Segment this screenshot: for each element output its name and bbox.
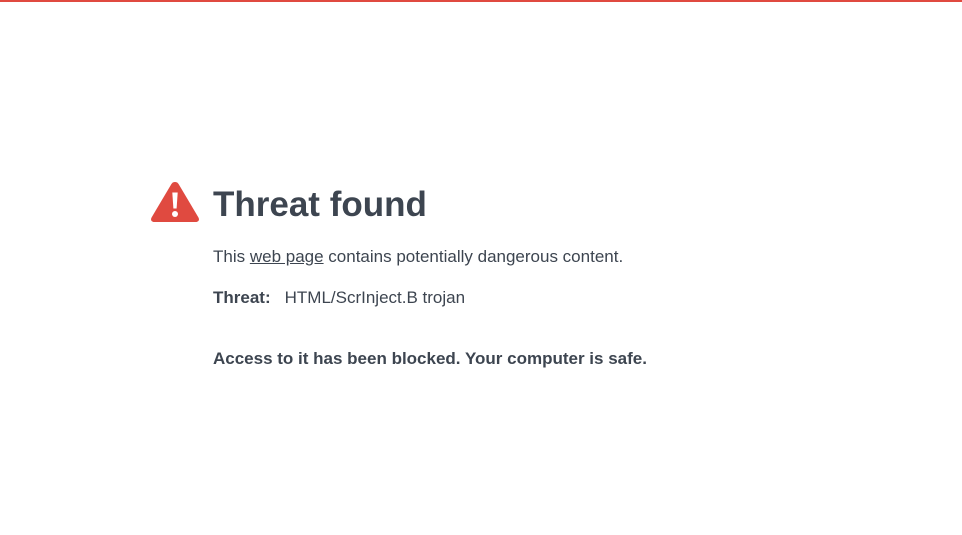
threat-name: HTML/ScrInject.B trojan (284, 288, 466, 307)
page-title: Threat found (213, 185, 427, 224)
web-page-link[interactable]: web page (250, 247, 324, 266)
threat-label: Threat: (213, 288, 271, 307)
warning-triangle-icon (151, 182, 199, 222)
top-accent-bar (0, 0, 962, 2)
threat-info-row: Threat: HTML/ScrInject.B trojan (213, 286, 465, 310)
description-prefix: This (213, 247, 250, 266)
blocked-message: Access to it has been blocked. Your comp… (213, 349, 647, 368)
threat-description: This web page contains potentially dange… (213, 245, 623, 269)
description-suffix: contains potentially dangerous content. (323, 247, 624, 266)
